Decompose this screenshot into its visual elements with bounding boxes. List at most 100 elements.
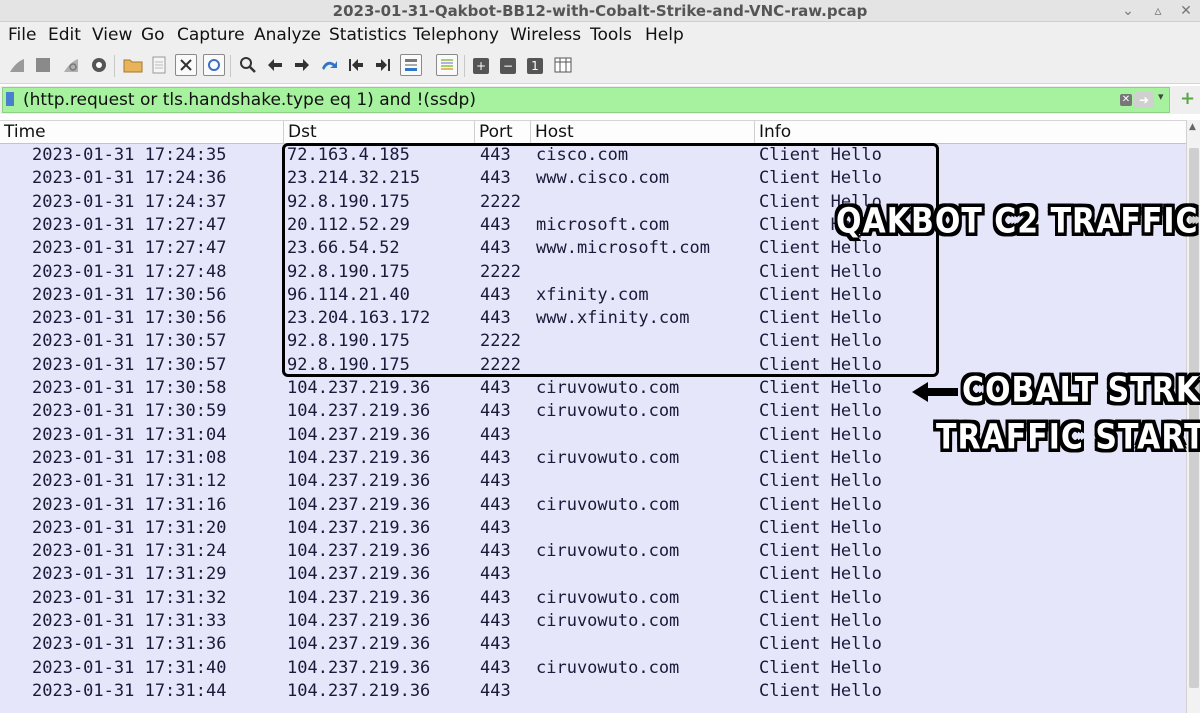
normal-size-icon[interactable]: 1 — [527, 58, 543, 74]
packet-cell-host: ciruvowuto.com — [536, 494, 680, 515]
capture-options-gear-icon[interactable] — [88, 54, 110, 76]
packet-row[interactable]: 2023-01-31 17:31:40 104.237.219.36 443 ciru… — [0, 657, 1186, 680]
packet-cell-host: ciruvowuto.com — [536, 657, 680, 678]
packet-cell-port: 443 — [480, 494, 511, 515]
annotation-qakbot-c2: QAKBOT C2 TRAFFIC — [836, 201, 1199, 242]
packet-cell-time: 2023-01-31 17:31:36 — [32, 634, 227, 655]
packet-cell-time: 2023-01-31 17:31:08 — [32, 447, 227, 468]
packet-cell-info: Client Hello — [759, 541, 882, 562]
packet-cell-time: 2023-01-31 17:31:04 — [32, 424, 227, 445]
packet-cell-info: Client Hello — [759, 611, 882, 631]
menu-capture[interactable]: Capture — [177, 24, 245, 46]
menu-help[interactable]: Help — [645, 24, 684, 46]
packet-row[interactable]: 2023-01-31 17:31:20 104.237.219.36 443 Clie… — [0, 517, 1186, 540]
scroll-up-arrow-icon[interactable]: ▲ — [1189, 122, 1196, 132]
close-button[interactable]: ✕ — [1176, 1, 1196, 21]
packet-cell-port: 443 — [480, 424, 511, 445]
go-back-arrow-icon[interactable] — [264, 54, 286, 76]
toolbar-separator — [114, 55, 115, 77]
filter-clear-icon[interactable]: ✕ — [1120, 94, 1132, 106]
packet-cell-time: 2023-01-31 17:27:47 — [32, 238, 227, 259]
packet-cell-time: 2023-01-31 17:31:24 — [32, 541, 227, 562]
annotation-cobalt-strike-line2: TRAFFIC STARTS — [936, 417, 1200, 458]
filter-bookmark-icon[interactable] — [6, 92, 14, 106]
packet-cell-host: ciruvowuto.com — [536, 447, 680, 468]
packet-cell-port: 443 — [480, 680, 511, 701]
packet-row[interactable]: 2023-01-31 17:31:36 104.237.219.36 443 Clie… — [0, 633, 1186, 656]
packet-cell-time: 2023-01-31 17:24:36 — [32, 168, 227, 189]
column-header-dst[interactable]: Dst — [284, 121, 475, 144]
menu-telephony[interactable]: Telephony — [413, 24, 499, 46]
packet-cell-time: 2023-01-31 17:24:37 — [32, 191, 227, 212]
packet-cell-dst: 104.237.219.36 — [287, 401, 431, 422]
packet-cell-dst: 104.237.219.36 — [287, 680, 431, 701]
go-forward-arrow-icon[interactable] — [291, 54, 313, 76]
packet-cell-dst: 104.237.219.36 — [287, 447, 431, 468]
toolbar-separator — [464, 55, 465, 77]
packet-cell-port: 443 — [480, 471, 511, 492]
packet-row[interactable]: 2023-01-31 17:31:33 104.237.219.36 443 ciru… — [0, 610, 1186, 633]
menu-analyze[interactable]: Analyze — [254, 24, 321, 46]
first-packet-icon[interactable] — [345, 54, 367, 76]
column-header-time[interactable]: Time — [0, 121, 284, 144]
add-filter-button-icon[interactable]: + — [1180, 88, 1195, 109]
toolbar-separator — [230, 55, 231, 77]
packet-cell-time: 2023-01-31 17:31:16 — [32, 494, 227, 515]
packet-cell-time: 2023-01-31 17:31:12 — [32, 471, 227, 492]
stop-square-icon[interactable] — [32, 54, 54, 76]
packet-row[interactable]: 2023-01-31 17:31:16 104.237.219.36 443 ciru… — [0, 494, 1186, 517]
go-to-packet-icon[interactable] — [318, 54, 340, 76]
packet-cell-dst: 104.237.219.36 — [287, 611, 431, 631]
packet-row[interactable]: 2023-01-31 17:31:24 104.237.219.36 443 ciru… — [0, 540, 1186, 563]
reload-icon[interactable] — [203, 54, 225, 76]
autoscroll-icon[interactable] — [400, 54, 422, 76]
packet-cell-info: Client Hello — [759, 447, 882, 468]
packet-cell-info: Client Hello — [759, 494, 882, 515]
column-header-info[interactable]: Info — [755, 121, 1186, 144]
last-packet-icon[interactable] — [372, 54, 394, 76]
file-icon[interactable] — [148, 54, 170, 76]
packet-cell-dst: 104.237.219.36 — [287, 587, 431, 608]
zoom-in-icon[interactable]: + — [473, 58, 489, 74]
qakbot-c2-highlight-box — [282, 143, 939, 377]
packet-cell-port: 443 — [480, 634, 511, 655]
close-file-icon[interactable] — [175, 54, 197, 76]
column-header-host[interactable]: Host — [531, 121, 755, 144]
menu-statistics[interactable]: Statistics — [329, 24, 407, 46]
packet-row[interactable]: 2023-01-31 17:31:44 104.237.219.36 443 Clie… — [0, 680, 1186, 703]
packet-cell-dst: 104.237.219.36 — [287, 517, 431, 538]
filter-history-dropdown-icon[interactable]: ▾ — [1158, 90, 1164, 103]
menu-wireless[interactable]: Wireless — [510, 24, 581, 46]
packet-cell-info: Client Hello — [759, 517, 882, 538]
packet-cell-time: 2023-01-31 17:31:32 — [32, 587, 227, 608]
maximize-button[interactable]: ▵ — [1148, 1, 1168, 21]
packet-cell-time: 2023-01-31 17:31:33 — [32, 611, 227, 631]
zoom-out-icon[interactable]: − — [500, 58, 516, 74]
filter-apply-arrow-icon[interactable]: ➜ — [1134, 92, 1154, 108]
packet-row[interactable]: 2023-01-31 17:31:32 104.237.219.36 443 ciru… — [0, 587, 1186, 610]
minimize-button[interactable]: ⌄ — [1118, 1, 1138, 21]
shark-fin-restart-icon[interactable] — [60, 54, 82, 76]
packet-cell-port: 443 — [480, 587, 511, 608]
packet-cell-port: 443 — [480, 564, 511, 585]
menu-edit[interactable]: Edit — [48, 24, 81, 46]
menu-file[interactable]: File — [8, 24, 36, 46]
packet-cell-dst: 104.237.219.36 — [287, 494, 431, 515]
shark-fin-start-icon[interactable] — [6, 54, 28, 76]
packet-cell-info: Client Hello — [759, 564, 882, 585]
packet-cell-time: 2023-01-31 17:27:47 — [32, 214, 227, 235]
menu-go[interactable]: Go — [141, 24, 165, 46]
packet-cell-time: 2023-01-31 17:30:57 — [32, 354, 227, 375]
display-filter-input[interactable]: (http.request or tls.handshake.type eq 1… — [2, 87, 1170, 113]
menu-view[interactable]: View — [92, 24, 132, 46]
column-header-port[interactable]: Port — [475, 121, 531, 144]
packet-cell-info: Client Hello — [759, 401, 882, 422]
packet-cell-port: 443 — [480, 378, 511, 398]
find-magnifier-icon[interactable] — [237, 54, 259, 76]
open-folder-icon[interactable] — [122, 54, 144, 76]
packet-row[interactable]: 2023-01-31 17:31:29 104.237.219.36 443 Clie… — [0, 563, 1186, 586]
packet-row[interactable]: 2023-01-31 17:31:12 104.237.219.36 443 Clie… — [0, 470, 1186, 493]
resize-columns-icon[interactable] — [552, 54, 574, 76]
colorize-icon[interactable] — [436, 54, 458, 76]
menu-tools[interactable]: Tools — [590, 24, 632, 46]
